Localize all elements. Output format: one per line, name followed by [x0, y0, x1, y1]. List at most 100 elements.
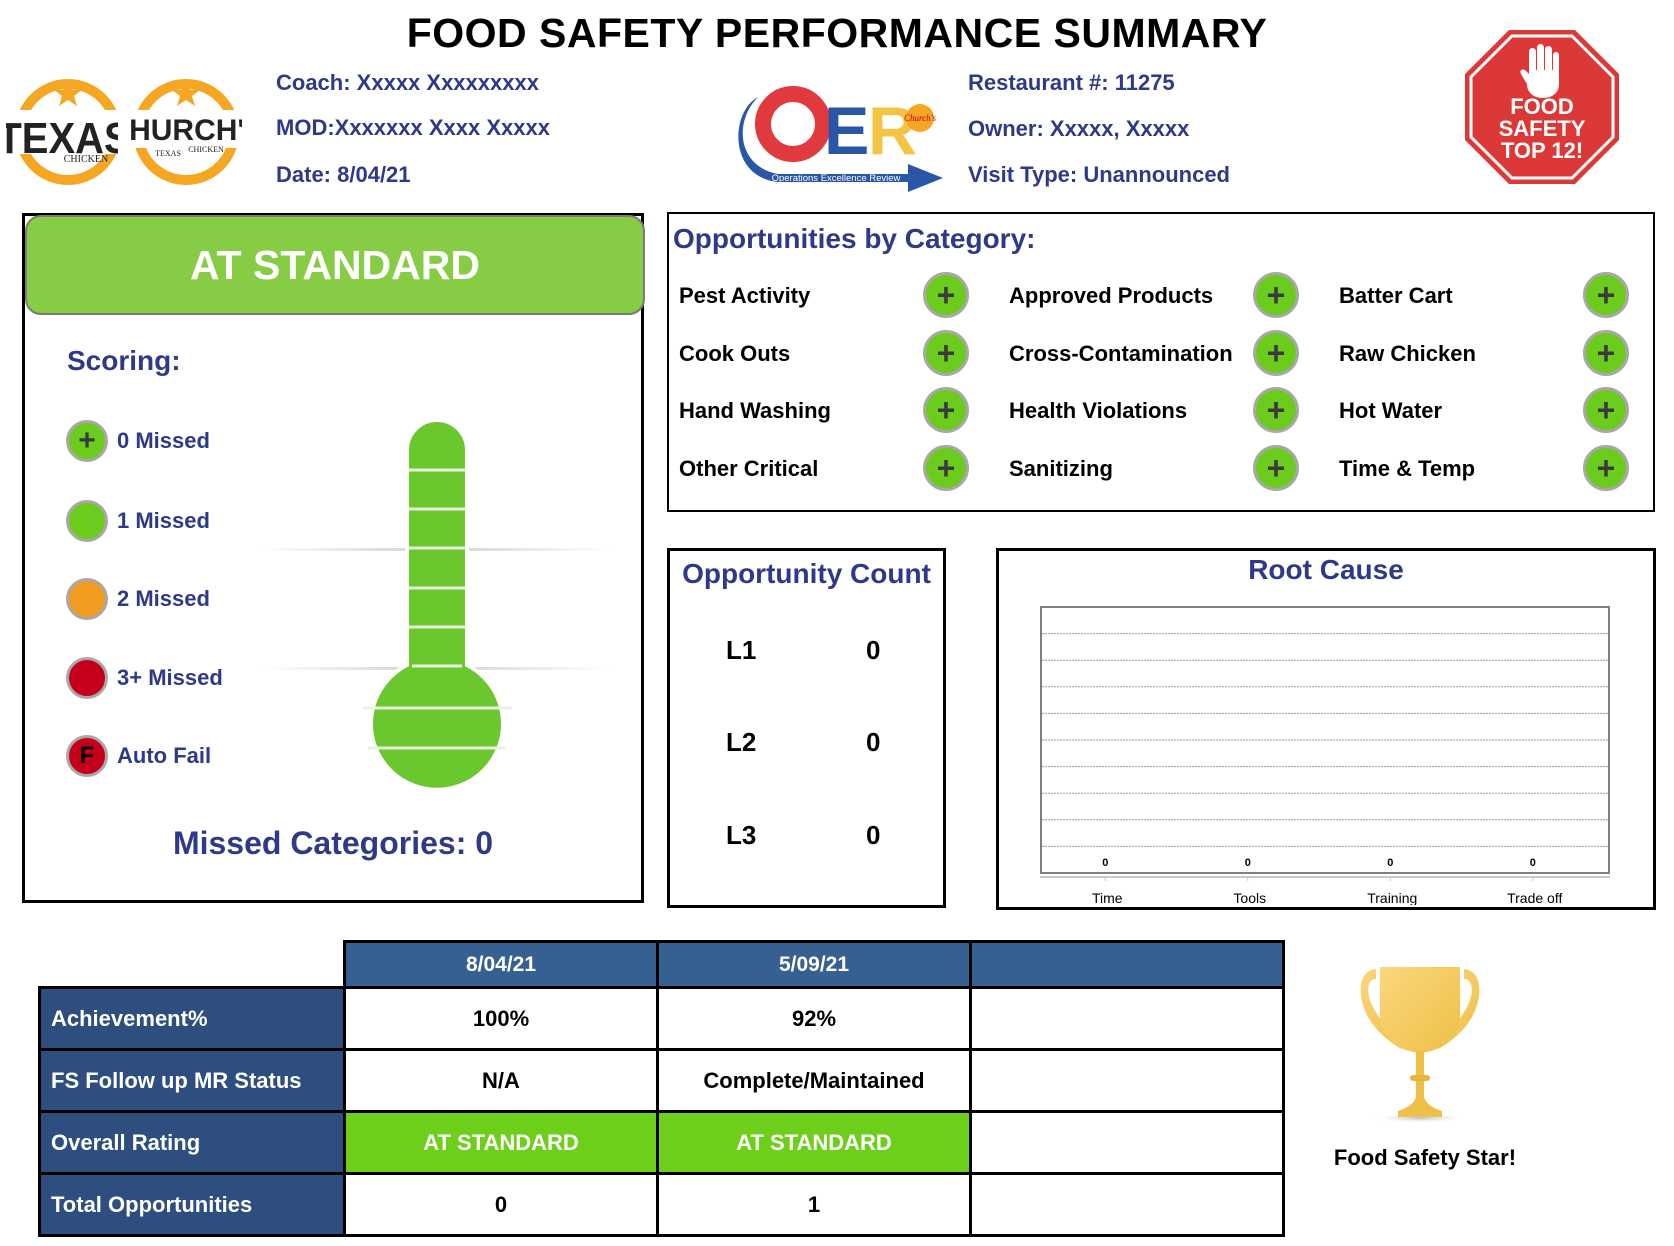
- legend-label: Auto Fail: [117, 743, 212, 768]
- thermometer-fill: [369, 418, 505, 790]
- history-cell: [969, 1048, 1285, 1113]
- x-tick-label: Time: [1092, 890, 1123, 905]
- history-row-label: Overall Rating: [38, 1110, 346, 1175]
- oer-logo-badge: Church's: [904, 113, 937, 123]
- history-row-label: Achievement%: [38, 986, 346, 1051]
- mod-name: MOD:Xxxxxxx Xxxx Xxxxx: [276, 115, 550, 140]
- churchs-logo-sub-right: CHICKEN: [188, 145, 224, 154]
- category-status-pest-activity-plus-icon[interactable]: +: [923, 272, 969, 318]
- category-label-sanitizing: Sanitizing: [1009, 456, 1113, 481]
- oer-logo-letter-r: R: [868, 93, 917, 169]
- history-row-label: FS Follow up MR Status: [38, 1048, 346, 1113]
- legend-item-1-missed: 1 Missed: [66, 498, 210, 544]
- churchs-logo-text: CHURCH'S: [130, 114, 242, 147]
- category-status-hand-washing-plus-icon[interactable]: +: [923, 387, 969, 433]
- count-value-l2: 0: [866, 727, 881, 757]
- opportunity-count-title: Opportunity Count: [682, 558, 931, 589]
- history-cell: 92%: [656, 986, 972, 1051]
- history-cell: N/A: [343, 1048, 659, 1113]
- food-safety-star-label: Food Safety Star!: [1333, 1145, 1517, 1170]
- legend-label: 0 Missed: [117, 428, 210, 453]
- stop-sign-line-3: TOP 12!: [1501, 138, 1583, 163]
- thermometer-gauge: [260, 418, 610, 790]
- texas-logo-subtext: CHICKEN: [64, 154, 108, 165]
- history-cell: 0: [343, 1172, 659, 1237]
- category-status-sanitizing-plus-icon[interactable]: +: [1253, 445, 1299, 491]
- history-cell: [969, 1110, 1285, 1175]
- count-label-l1: L1: [726, 635, 757, 665]
- category-label-hot-water: Hot Water: [1339, 398, 1443, 423]
- history-date: 8/04/21: [343, 940, 659, 989]
- food-safety-top12-logo: FOOD SAFETY TOP 12!: [1465, 30, 1619, 184]
- oer-logo: E R Church's Operations Excellence Revie…: [738, 86, 943, 192]
- orange-dot-icon: [66, 578, 108, 620]
- trophy-icon: [1360, 967, 1480, 1123]
- churchs-logo-sub-left: TEXAS: [155, 149, 181, 158]
- data-label: 0: [1245, 857, 1251, 869]
- history-cell: [969, 1172, 1285, 1237]
- count-label-l3: L3: [726, 820, 757, 850]
- category-label-time-temp: Time & Temp: [1339, 456, 1476, 481]
- history-rating-badge: AT STANDARD: [656, 1110, 972, 1175]
- legend-label: 2 Missed: [117, 586, 210, 611]
- category-status-batter-cart-plus-icon[interactable]: +: [1583, 272, 1629, 318]
- category-label-batter-cart: Batter Cart: [1339, 283, 1453, 308]
- status-banner: AT STANDARD: [25, 215, 645, 315]
- green-dot-icon: [66, 500, 108, 542]
- root-cause-title: Root Cause: [1248, 554, 1404, 585]
- category-label-raw-chicken: Raw Chicken: [1339, 341, 1476, 366]
- churchs-logo: CHURCH'S TEXAS CHICKEN: [130, 79, 242, 185]
- history-row-overall-rating: Overall Rating AT STANDARD AT STANDARD: [38, 1110, 1285, 1175]
- category-status-hot-water-plus-icon[interactable]: +: [1583, 387, 1629, 433]
- history-row-label: Total Opportunities: [38, 1172, 346, 1237]
- count-value-l1: 0: [866, 635, 881, 665]
- category-status-health-violations-plus-icon[interactable]: +: [1253, 387, 1299, 433]
- category-status-cross-contamination-plus-icon[interactable]: +: [1253, 330, 1299, 376]
- category-status-time-temp-plus-icon[interactable]: +: [1583, 445, 1629, 491]
- history-row-total-opportunities: Total Opportunities 0 1: [38, 1172, 1285, 1237]
- texas-chicken-logo: TEXAS CHICKEN: [6, 79, 118, 185]
- category-label-pest-activity: Pest Activity: [679, 283, 811, 308]
- history-rating-badge: AT STANDARD: [343, 1110, 659, 1175]
- data-label: 0: [1387, 857, 1393, 869]
- owner-name: Owner: Xxxxx, Xxxxx: [968, 116, 1190, 141]
- data-label: 0: [1102, 857, 1108, 869]
- count-value-l3: 0: [866, 820, 881, 850]
- legend-label: 1 Missed: [117, 508, 210, 533]
- legend-label: 3+ Missed: [117, 665, 223, 690]
- category-status-approved-products-plus-icon[interactable]: +: [1253, 272, 1299, 318]
- legend-item-2-missed: 2 Missed: [66, 576, 210, 622]
- restaurant-number: Restaurant #: 11275: [968, 70, 1175, 95]
- category-label-approved-products: Approved Products: [1009, 283, 1214, 308]
- category-status-cook-outs-plus-icon[interactable]: +: [923, 330, 969, 376]
- history-date: 5/09/21: [656, 940, 972, 989]
- red-dot-icon: [66, 657, 108, 699]
- opportunities-title: Opportunities by Category:: [673, 223, 1036, 254]
- plus-icon: +: [66, 420, 108, 462]
- category-status-other-critical-plus-icon[interactable]: +: [923, 445, 969, 491]
- data-label: 0: [1530, 857, 1536, 869]
- history-row-achievement: Achievement% 100% 92%: [38, 986, 1285, 1051]
- x-tick-label: Tools: [1233, 890, 1266, 905]
- count-label-l2: L2: [726, 727, 757, 757]
- category-label-cross-contamination: Cross-Contamination: [1009, 341, 1233, 366]
- history-cell: 100%: [343, 986, 659, 1051]
- x-tick-label: Trade off: [1507, 890, 1562, 905]
- history-cell: Complete/Maintained: [656, 1048, 972, 1113]
- category-label-health-violations: Health Violations: [1009, 398, 1188, 423]
- oer-logo-tagline: Operations Excellence Review: [772, 173, 901, 184]
- category-label-hand-washing: Hand Washing: [679, 398, 831, 423]
- page-title: FOOD SAFETY PERFORMANCE SUMMARY: [406, 10, 1268, 56]
- history-table: 8/04/21 5/09/21 Achievement% 100% 92% FS…: [38, 940, 1285, 1237]
- category-status-raw-chicken-plus-icon[interactable]: +: [1583, 330, 1629, 376]
- coach-name: Coach: Xxxxx Xxxxxxxxx: [276, 70, 539, 95]
- legend-item-3plus-missed: 3+ Missed: [66, 655, 223, 701]
- opportunity-count-panel: [667, 548, 946, 908]
- category-label-other-critical: Other Critical: [679, 456, 819, 481]
- category-label-cook-outs: Cook Outs: [679, 341, 791, 366]
- visit-type: Visit Type: Unannounced: [968, 162, 1230, 187]
- history-header-row: 8/04/21 5/09/21: [39, 940, 1285, 989]
- history-cell: [969, 986, 1285, 1051]
- fail-icon: F: [66, 735, 108, 777]
- missed-categories: Missed Categories: 0: [172, 825, 494, 861]
